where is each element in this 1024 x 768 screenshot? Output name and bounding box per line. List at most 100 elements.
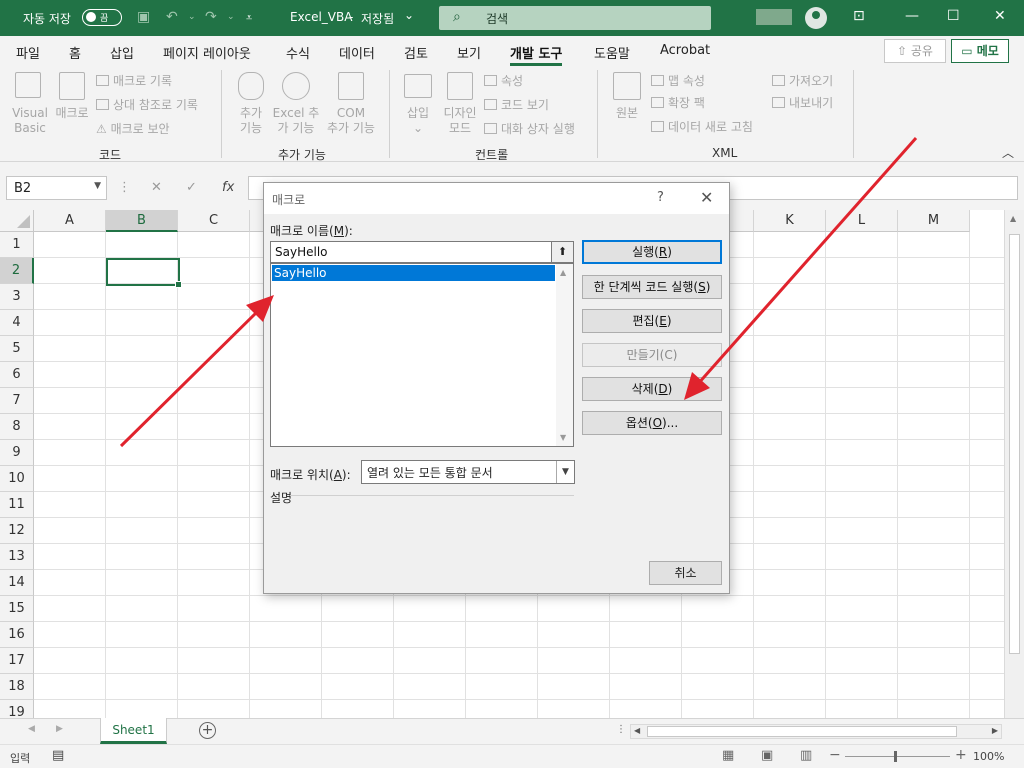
macro-location-select[interactable]: 열려 있는 모든 통합 문서 ▼ bbox=[361, 460, 575, 484]
edit-button[interactable]: 편집(E) bbox=[582, 309, 722, 333]
ribbon-display-options-icon[interactable]: ⊡ bbox=[853, 8, 865, 24]
visual-basic-button[interactable]: Visual Basic bbox=[8, 106, 52, 136]
autosave-toggle[interactable]: 끔 bbox=[82, 9, 122, 26]
zoom-slider[interactable] bbox=[845, 756, 950, 757]
macro-security-button[interactable]: ⚠ 매크로 보안 bbox=[96, 120, 170, 137]
customize-qat-icon[interactable]: ⩡ bbox=[246, 11, 252, 25]
select-all-button[interactable] bbox=[0, 210, 34, 232]
row-header[interactable]: 8 bbox=[0, 414, 34, 440]
memo-button[interactable]: ▭ 메모 bbox=[951, 39, 1009, 63]
active-cell[interactable] bbox=[106, 258, 182, 288]
zoom-in-icon[interactable]: + bbox=[955, 747, 967, 763]
refresh-data-button[interactable]: 데이터 새로 고침 bbox=[651, 118, 753, 135]
share-button[interactable]: ⇧ 공유 bbox=[884, 39, 946, 63]
excel-add-ins-button[interactable]: Excel 추가 기능 bbox=[270, 106, 322, 136]
add-ins-button[interactable]: 추가 기능 bbox=[231, 106, 271, 136]
minimize-icon[interactable]: — bbox=[905, 8, 919, 24]
column-header[interactable]: K bbox=[754, 210, 826, 232]
xml-source-button[interactable]: 원본 bbox=[607, 106, 647, 121]
list-scrollbar[interactable]: ▲ ▼ bbox=[556, 264, 573, 446]
record-macro-button[interactable]: 매크로 기록 bbox=[96, 72, 172, 89]
collapse-dialog-icon[interactable]: ⬆ bbox=[551, 241, 574, 263]
insert-control-button[interactable]: 삽입 ⌄ bbox=[398, 106, 438, 136]
run-dialog-button[interactable]: 대화 상자 실행 bbox=[484, 120, 575, 137]
undo-dropdown-icon[interactable]: ⌄ bbox=[188, 12, 196, 22]
row-header[interactable]: 17 bbox=[0, 648, 34, 674]
row-header[interactable]: 14 bbox=[0, 570, 34, 596]
tab-file[interactable]: 파일 bbox=[16, 43, 40, 62]
row-header[interactable]: 1 bbox=[0, 232, 34, 258]
scrollbar-thumb[interactable] bbox=[1009, 234, 1020, 654]
redo-icon[interactable]: ↷ bbox=[205, 9, 217, 25]
scroll-tabs-right-icon[interactable]: ▶ bbox=[56, 724, 63, 734]
tab-help[interactable]: 도움말 bbox=[594, 43, 630, 62]
scroll-up-icon[interactable]: ▲ bbox=[560, 268, 566, 277]
accessibility-icon[interactable]: ▤ bbox=[52, 748, 64, 763]
scroll-tabs-left-icon[interactable]: ◀ bbox=[28, 724, 35, 734]
list-item[interactable]: SayHello bbox=[272, 265, 555, 281]
tab-home[interactable]: 홈 bbox=[69, 43, 81, 62]
run-button[interactable]: 실행(R) bbox=[582, 240, 722, 264]
map-properties-button[interactable]: 맵 속성 bbox=[651, 72, 705, 89]
tab-insert[interactable]: 삽입 bbox=[110, 43, 134, 62]
tab-view[interactable]: 보기 bbox=[457, 43, 481, 62]
delete-button[interactable]: 삭제(D) bbox=[582, 377, 722, 401]
step-into-button[interactable]: 한 단계씩 코드 실행(S) bbox=[582, 275, 722, 299]
add-sheet-icon[interactable]: + bbox=[199, 722, 216, 739]
zoom-slider-handle[interactable] bbox=[894, 751, 897, 762]
cancel-icon[interactable]: ✕ bbox=[151, 180, 162, 195]
row-header[interactable]: 6 bbox=[0, 362, 34, 388]
maximize-icon[interactable]: ☐ bbox=[947, 8, 960, 24]
scroll-down-icon[interactable]: ▼ bbox=[560, 433, 566, 442]
column-header[interactable]: C bbox=[178, 210, 250, 232]
close-icon[interactable]: ✕ bbox=[994, 8, 1006, 24]
zoom-level[interactable]: 100% bbox=[973, 750, 1004, 763]
undo-icon[interactable]: ↶ bbox=[166, 9, 178, 25]
row-header[interactable]: 19 bbox=[0, 700, 34, 718]
xml-import-button[interactable]: 가져오기 bbox=[772, 72, 833, 89]
row-header[interactable]: 12 bbox=[0, 518, 34, 544]
row-header[interactable]: 18 bbox=[0, 674, 34, 700]
row-header[interactable]: 9 bbox=[0, 440, 34, 466]
row-header[interactable]: 15 bbox=[0, 596, 34, 622]
macros-button[interactable]: 매크로 bbox=[52, 106, 92, 121]
scrollbar-thumb[interactable] bbox=[647, 726, 957, 737]
tab-review[interactable]: 검토 bbox=[404, 43, 428, 62]
column-header[interactable]: A bbox=[34, 210, 106, 232]
sheet-tab-sheet1[interactable]: Sheet1 bbox=[100, 718, 167, 744]
tab-page-layout[interactable]: 페이지 레이아웃 bbox=[163, 43, 251, 62]
page-layout-view-icon[interactable]: ▣ bbox=[761, 748, 773, 763]
cancel-button[interactable]: 취소 bbox=[649, 561, 722, 585]
zoom-out-icon[interactable]: − bbox=[829, 747, 841, 763]
horizontal-scrollbar[interactable]: ◀ ▶ bbox=[630, 724, 1002, 739]
row-header[interactable]: 7 bbox=[0, 388, 34, 414]
column-header[interactable]: M bbox=[898, 210, 970, 232]
row-header[interactable]: 5 bbox=[0, 336, 34, 362]
tab-acrobat[interactable]: Acrobat bbox=[660, 43, 710, 58]
com-add-ins-button[interactable]: COM 추가 기능 bbox=[322, 106, 380, 136]
row-header[interactable]: 2 bbox=[0, 258, 34, 284]
macro-name-input[interactable]: SayHello bbox=[270, 241, 574, 263]
page-break-view-icon[interactable]: ▥ bbox=[800, 748, 812, 763]
row-header[interactable]: 13 bbox=[0, 544, 34, 570]
row-header[interactable]: 11 bbox=[0, 492, 34, 518]
tab-formulas[interactable]: 수식 bbox=[286, 43, 310, 62]
create-button[interactable]: 만들기(C) bbox=[582, 343, 722, 367]
file-menu-dropdown-icon[interactable]: ⌄ bbox=[404, 8, 414, 22]
column-header[interactable]: L bbox=[826, 210, 898, 232]
insert-function-icon[interactable]: fx bbox=[222, 180, 234, 195]
column-header[interactable]: B bbox=[106, 210, 178, 232]
properties-button[interactable]: 속성 bbox=[484, 72, 523, 89]
scroll-left-icon[interactable]: ◀ bbox=[634, 726, 640, 735]
avatar[interactable] bbox=[805, 7, 827, 29]
help-icon[interactable]: ? bbox=[657, 190, 664, 205]
relative-references-button[interactable]: 상대 참조로 기록 bbox=[96, 96, 198, 113]
xml-export-button[interactable]: 내보내기 bbox=[772, 94, 833, 111]
row-header[interactable]: 4 bbox=[0, 310, 34, 336]
scroll-right-icon[interactable]: ▶ bbox=[992, 726, 998, 735]
tab-data[interactable]: 데이터 bbox=[339, 43, 375, 62]
row-header[interactable]: 3 bbox=[0, 284, 34, 310]
view-code-button[interactable]: 코드 보기 bbox=[484, 96, 549, 113]
expansion-packs-button[interactable]: 확장 팩 bbox=[651, 94, 705, 111]
options-button[interactable]: 옵션(O)... bbox=[582, 411, 722, 435]
